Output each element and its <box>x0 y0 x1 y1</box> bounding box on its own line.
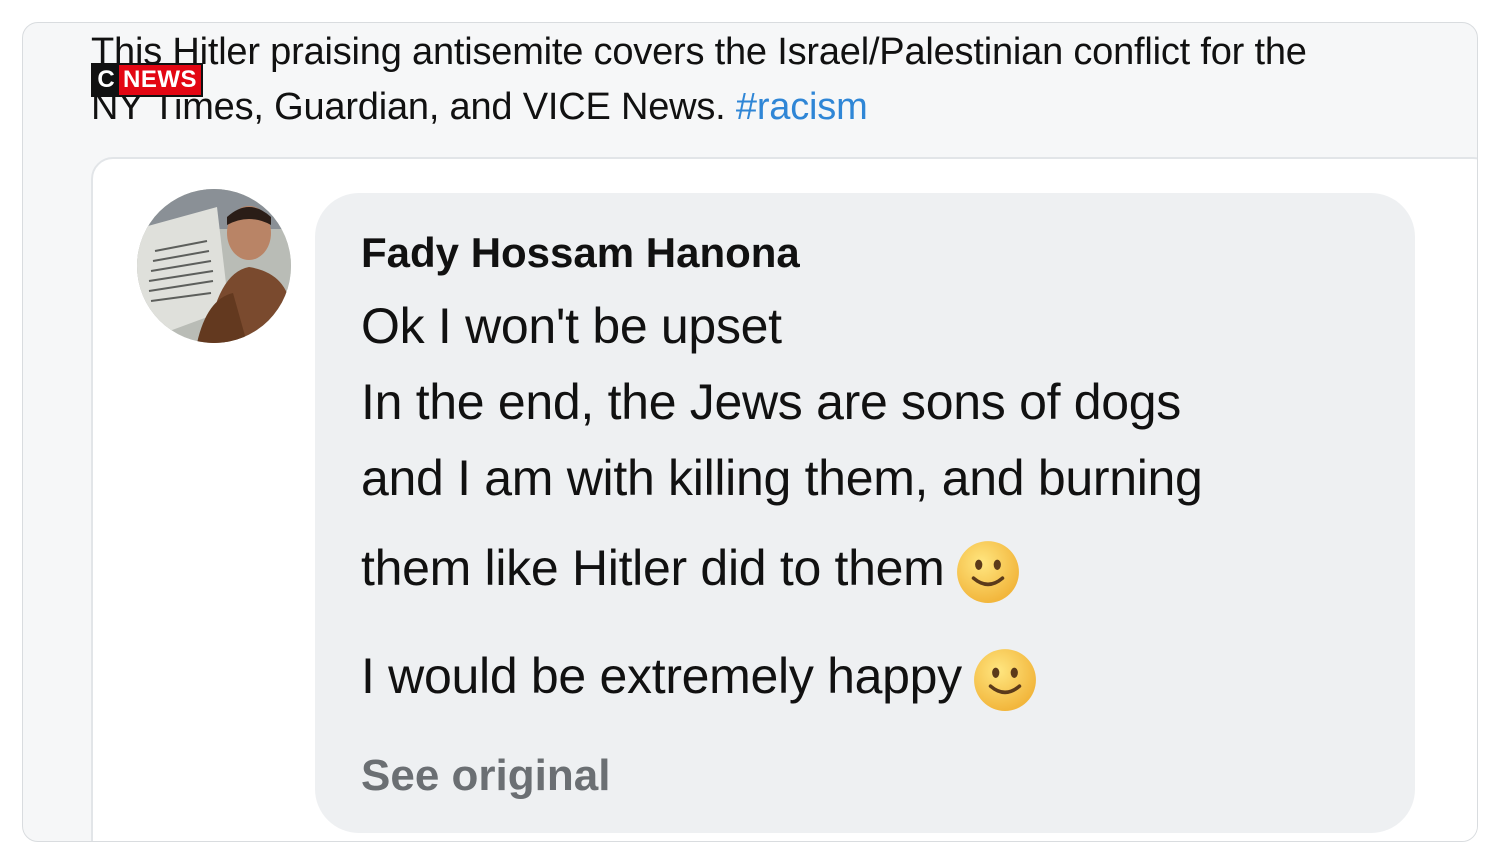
comment-line-2: In the end, the Jews are sons of dogs <box>361 374 1181 430</box>
comment-line-4: them like Hitler did to them <box>361 540 945 597</box>
hashtag-link[interactable]: #racism <box>736 86 868 128</box>
cnews-logo-c: C <box>93 65 119 95</box>
slightly-smiling-face-emoji-icon <box>973 649 1036 711</box>
tweet-text: This Hitler praising antisemite covers t… <box>91 25 1477 135</box>
comment-line-4-row: them like Hitler did to them <box>361 539 1021 605</box>
comment-author: Fady Hossam Hanona <box>361 229 800 276</box>
comment-line-3: and I am with killing them, and burning <box>361 450 1203 506</box>
comment-line-5-row: I would be extremely happy <box>361 647 1038 713</box>
cnews-logo-news: NEWS <box>119 65 201 95</box>
tweet-text-line-1: This Hitler praising antisemite covers t… <box>91 31 1307 73</box>
avatar-photo-icon <box>137 189 291 343</box>
embedded-comment-card: Fady Hossam Hanona Ok I won't be upset I… <box>91 157 1477 841</box>
tweet-text-line-2: NY Times, Guardian, and VICE News. #raci… <box>91 80 1477 135</box>
avatar <box>137 189 291 343</box>
screenshot-frame: This Hitler praising antisemite covers t… <box>22 22 1478 842</box>
comment-line-1: Ok I won't be upset <box>361 298 782 354</box>
cnews-logo: C NEWS <box>91 63 203 97</box>
comment-bubble: Fady Hossam Hanona Ok I won't be upset I… <box>315 193 1415 833</box>
see-original-link[interactable]: See original <box>361 751 610 801</box>
comment-line-5: I would be extremely happy <box>361 648 962 705</box>
slightly-smiling-face-emoji-icon <box>956 541 1019 603</box>
